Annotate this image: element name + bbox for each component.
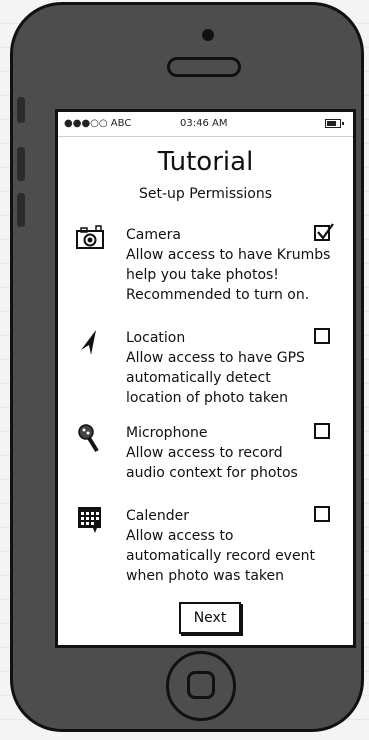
phone-frame: ●●●○○ ABC 03:46 AM Tutorial Set-up Permi…	[10, 2, 364, 732]
battery-icon	[325, 119, 344, 128]
camera-icon	[75, 225, 105, 253]
mute-switch	[17, 97, 25, 123]
microphone-icon	[75, 423, 105, 453]
home-square-icon	[187, 671, 215, 699]
permission-name: Calender	[126, 508, 189, 524]
earpiece-speaker	[167, 57, 241, 77]
permission-description: Allow access to have Krumbs help you tak…	[126, 247, 331, 303]
volume-down-button	[17, 193, 25, 227]
status-time: 03:46 AM	[180, 118, 228, 129]
camera-checkbox[interactable]	[314, 223, 334, 241]
home-button[interactable]	[166, 651, 236, 721]
location-arrow-icon	[75, 328, 105, 356]
permission-name: Microphone	[126, 425, 208, 441]
permission-name: Camera	[126, 227, 181, 243]
calendar-checkbox[interactable]	[314, 506, 330, 522]
permission-description: Allow access to automatically record eve…	[126, 528, 315, 584]
permission-description: Allow access to have GPS automatically d…	[126, 350, 305, 406]
page-title: Tutorial	[157, 147, 254, 177]
calendar-icon	[75, 506, 105, 534]
microphone-checkbox[interactable]	[314, 423, 330, 439]
page-subtitle: Set-up Permissions	[138, 186, 273, 202]
next-button[interactable]: Next	[179, 602, 241, 634]
status-bar: ●●●○○ ABC 03:46 AM	[58, 112, 353, 137]
permission-description: Allow access to record audio context for…	[126, 445, 298, 481]
carrier-signal: ●●●○○ ABC	[64, 118, 132, 129]
front-camera	[202, 29, 214, 41]
screen: ●●●○○ ABC 03:46 AM Tutorial Set-up Permi…	[55, 109, 356, 648]
location-checkbox[interactable]	[314, 328, 330, 344]
volume-up-button	[17, 147, 25, 181]
permission-name: Location	[126, 330, 186, 346]
